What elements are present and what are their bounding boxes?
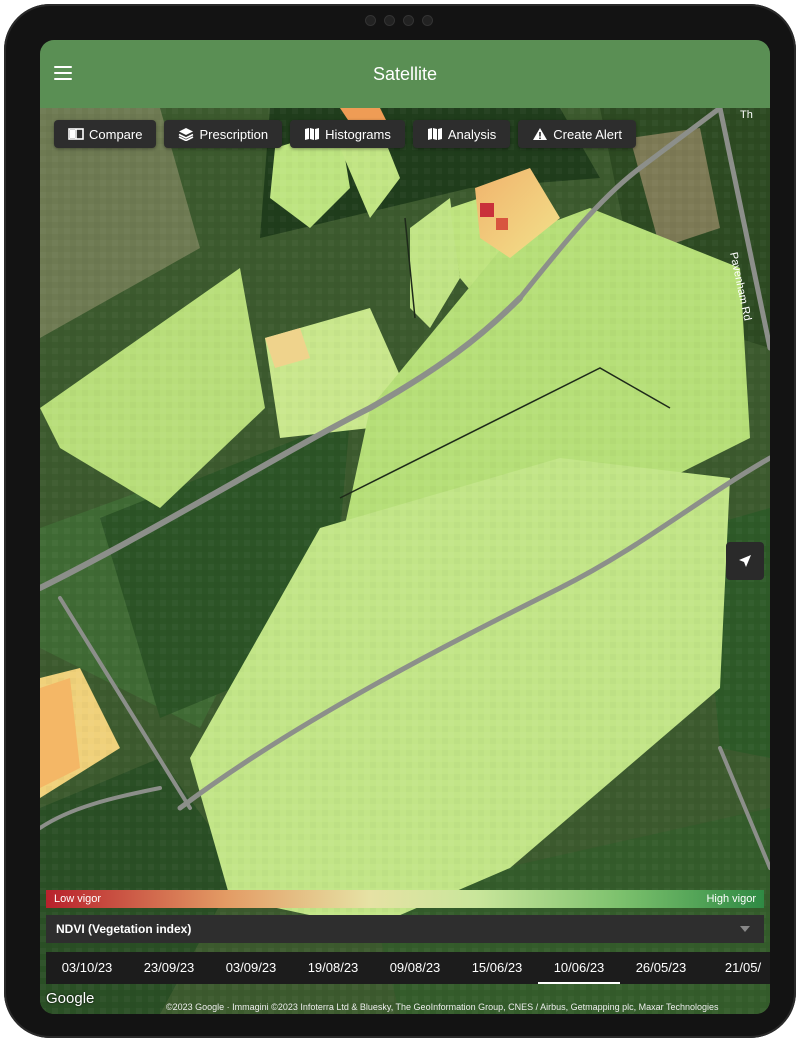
chevron-down-icon	[740, 926, 750, 932]
tablet-frame: Satellite Pavenham Rd Th Compare Prescri…	[4, 4, 796, 1038]
road-label-partial: Th	[740, 109, 753, 121]
hamburger-menu-icon[interactable]	[54, 62, 80, 86]
app-header: Satellite	[40, 40, 770, 108]
date-item[interactable]: 03/09/23	[210, 952, 292, 984]
prescription-button[interactable]: Prescription	[164, 120, 283, 148]
date-strip[interactable]: 03/10/23 23/09/23 03/09/23 19/08/23 09/0…	[46, 952, 770, 984]
compare-button[interactable]: Compare	[54, 120, 157, 148]
map-toolbar: Compare Prescription Histograms Analysis…	[54, 120, 636, 148]
ndvi-overlay	[40, 108, 770, 1014]
compare-label: Compare	[89, 126, 143, 142]
date-item[interactable]: 09/08/23	[374, 952, 456, 984]
analysis-button[interactable]: Analysis	[412, 120, 511, 148]
analysis-label: Analysis	[447, 126, 497, 142]
satellite-map[interactable]: Pavenham Rd Th	[40, 108, 770, 1014]
page-title: Satellite	[372, 63, 438, 84]
date-item[interactable]: 15/06/23	[456, 952, 538, 984]
date-item[interactable]: 26/05/23	[620, 952, 702, 984]
warning-icon	[533, 128, 548, 140]
navigation-arrow-icon	[739, 555, 751, 567]
date-item[interactable]: 21/05/	[702, 952, 770, 984]
index-select-value: NDVI (Vegetation index)	[56, 922, 192, 936]
google-logo: Google	[46, 990, 95, 1007]
date-item[interactable]: 19/08/23	[292, 952, 374, 984]
map-icon	[427, 128, 442, 140]
compare-icon	[68, 128, 84, 140]
map-attribution[interactable]: ©2023 Google · Immagini ©2023 Infoterra …	[166, 1002, 719, 1012]
prescription-label: Prescription	[199, 126, 269, 142]
app-screen: Satellite Pavenham Rd Th Compare Prescri…	[40, 40, 770, 1014]
legend-high: High vigor	[706, 893, 756, 905]
legend-low: Low vigor	[54, 893, 102, 905]
layers-icon	[179, 128, 194, 141]
histograms-label: Histograms	[325, 126, 391, 142]
vigor-legend: Low vigor High vigor	[46, 890, 764, 908]
create-alert-button[interactable]: Create Alert	[518, 120, 636, 148]
date-item[interactable]: 03/10/23	[46, 952, 128, 984]
index-select[interactable]: NDVI (Vegetation index)	[46, 915, 764, 943]
locate-me-button[interactable]	[726, 542, 764, 580]
map-icon	[305, 128, 320, 140]
map-canvas[interactable]: Pavenham Rd Th	[40, 108, 770, 1014]
create-alert-label: Create Alert	[553, 126, 622, 142]
date-item[interactable]: 23/09/23	[128, 952, 210, 984]
camera-bar	[344, 14, 454, 26]
date-item-selected[interactable]: 10/06/23	[538, 952, 620, 984]
histograms-button[interactable]: Histograms	[290, 120, 405, 148]
